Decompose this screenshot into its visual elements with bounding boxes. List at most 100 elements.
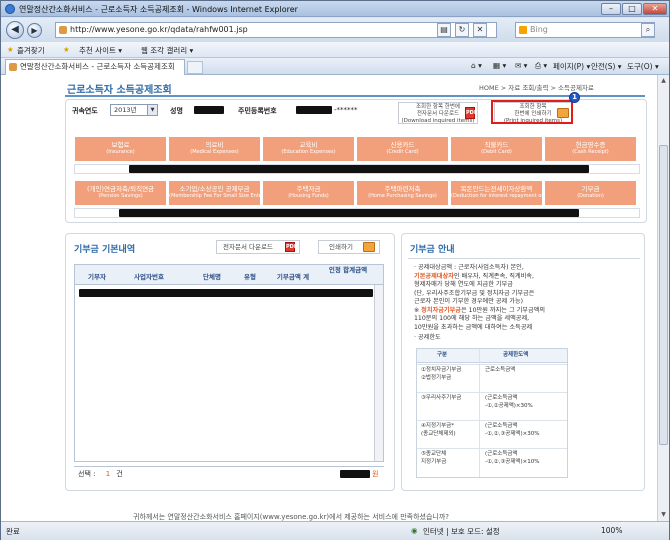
web-slice-link[interactable]: 웹 조각 갤러리 ▾ (141, 45, 193, 56)
scroll-down-icon[interactable]: ▼ (658, 509, 669, 520)
search-input[interactable]: Bing (515, 22, 655, 38)
favorites-button[interactable]: 즐겨찾기 (17, 45, 45, 56)
breadcrumb: HOME > 자료 조회/출력 > 소득공제자료 (479, 84, 594, 92)
minimize-button[interactable]: – (601, 3, 621, 15)
donation-panel: 기부금 기본내역 전자문서 다운로드 PDF 인쇄하기 기부자 사업자번호 단체… (65, 233, 395, 491)
mail-icon[interactable]: ✉ ▾ (515, 61, 527, 70)
col-approved: 인정 합계금액 (328, 266, 368, 274)
category-label: (개인)연금저축/퇴직연금 (86, 185, 155, 193)
cat-row1-item[interactable]: 직불카드 (Debit Card) (450, 136, 543, 162)
cat-row1-item[interactable]: 의료비 (Medical Expenses) (168, 136, 261, 162)
selected-unit: 건 (116, 470, 123, 478)
category-en-label: (Housing Funds) (288, 193, 329, 199)
star-icon: ★ (7, 45, 14, 54)
category-en-label: (Credit Card) (386, 149, 419, 155)
won-unit: 원 (372, 470, 379, 478)
year-label: 귀속연도 (72, 107, 98, 115)
cat-row1-item[interactable]: 보험료 (Insurance) (74, 136, 167, 162)
year-select[interactable]: 2013년 ▼ (110, 104, 158, 116)
guide-line: · 공제대상금액 : 근로자(사업소득자) 본인, (414, 264, 524, 271)
donation-row-redacted (79, 289, 373, 297)
add-favorite-icon[interactable]: ★ (63, 45, 70, 54)
guide-text-1: · 공제대상금액 : 근로자(사업소득자) 본인, 기본공제대상자인 배우자, … (414, 264, 640, 332)
limit-cell: (종교단체제외) (421, 431, 456, 437)
refresh-button[interactable]: ↻ (455, 23, 469, 37)
category-label: 신용카드 (390, 141, 415, 149)
col-total: 기부금액 계 (276, 273, 310, 281)
rrn-mask: -****** (334, 106, 358, 114)
cat-row2-item[interactable]: 소기업/소상공인 공제부금 (Membership Fee For Small S… (168, 180, 261, 206)
limit-cell: ⑤종교단체 (421, 451, 447, 457)
donation-title: 기부금 기본내역 (74, 245, 136, 255)
scroll-up-icon[interactable]: ▲ (658, 75, 669, 86)
rrn-redacted (296, 106, 332, 114)
scroll-thumb[interactable] (659, 145, 668, 445)
safety-menu[interactable]: 안전(S) ▾ (591, 61, 622, 72)
cat-row2-item[interactable]: 기부금 (Donation) (544, 180, 637, 206)
compat-view-button[interactable]: ▤ (437, 23, 451, 37)
cat-row2-item[interactable]: 주택마련저축 (Home Purchasing Savings) (356, 180, 449, 206)
selected-label: 선택 : (78, 470, 96, 478)
table-scrollbar[interactable] (374, 285, 383, 461)
cat-row2-item[interactable]: (개인)연금저축/퇴직연금 (Pension Savings) (74, 180, 167, 206)
address-bar: ◀ ▶ http://www.yesone.go.kr/qdata/rahfw0… (1, 18, 669, 42)
url-input[interactable]: http://www.yesone.go.kr/qdata/rahfw001.j… (55, 22, 497, 38)
deduction-info-box: 귀속연도 2013년 ▼ 성명 주민등록번호 -****** 조회한 항목 한번에… (65, 92, 647, 223)
category-label: 현금영수증 (575, 141, 606, 149)
limit-cell: -①,②,③공제액)×10% (485, 459, 540, 465)
forward-button[interactable]: ▶ (27, 23, 42, 38)
site-favicon (59, 26, 67, 34)
print-icon[interactable]: ⎙ ▾ (535, 61, 547, 71)
cat-row2-item[interactable]: 주택자금 (Housing Funds) (262, 180, 355, 206)
feeds-icon[interactable]: ▦ ▾ (493, 61, 506, 70)
search-button[interactable]: ⌕ (641, 23, 655, 37)
col-biz-no: 사업자번호 (134, 273, 164, 281)
cat-row1-item[interactable]: 현금영수증 (Cash Receipt) (544, 136, 637, 162)
name-label: 성명 (170, 107, 183, 115)
suggested-sites-link[interactable]: 추천 사이트 ▾ (79, 45, 122, 56)
highlight-box (491, 100, 573, 124)
category-label: 주택자금 (296, 185, 321, 193)
maximize-button[interactable]: □ (622, 3, 642, 15)
tools-menu[interactable]: 도구(O) ▾ (627, 61, 659, 72)
category-en-label: (Deduction for interest repayment on dep… (451, 193, 542, 199)
page-content: 근로소득자 소득공제조회 HOME > 자료 조회/출력 > 소득공제자료 귀속… (1, 75, 657, 521)
download-all-line3: (Download inquired items) (401, 118, 475, 124)
limit-table: 구분 공제한도액 ①정치자금기부금 ②법정기부금 근로소득금액 ③우리사주기부금 (근로… (416, 348, 568, 478)
cat-row2-item[interactable]: 목돈안드는전세이자상환액 (Deduction for interest repa… (450, 180, 543, 206)
cat-row1-item[interactable]: 신용카드 (Credit Card) (356, 136, 449, 162)
category-label: 기부금 (581, 185, 600, 193)
download-all-button[interactable]: 조회한 항목 한번에 전자문서 다운로드 (Download inquired … (398, 102, 478, 124)
printer-icon (363, 242, 375, 252)
pdf-icon: PDF (465, 107, 477, 119)
guide-line: 110분의 100에 해당 하는 금액을 세액공제, (414, 315, 530, 322)
stop-button[interactable]: ✕ (473, 23, 487, 37)
category-en-label: (Membership Fee For Small Size Enterpris… (169, 193, 260, 199)
pdf-icon: PDF (285, 242, 298, 252)
values-redacted-2 (119, 209, 579, 217)
zoom-text[interactable]: 100% (601, 526, 622, 535)
cat-row1-item[interactable]: 교육비 (Education Expenses) (262, 136, 355, 162)
bing-icon (519, 26, 527, 34)
tab-active[interactable]: 연말정산간소화서비스 - 근로소득자 소득공제조회 (5, 59, 185, 75)
title-bar: 연말정산간소화서비스 - 근로소득자 소득공제조회 - Windows Inte… (1, 1, 669, 17)
home-icon[interactable]: ⌂ ▾ (471, 61, 482, 70)
title-divider (65, 95, 645, 97)
donation-print-label: 인쇄하기 (329, 243, 353, 251)
donation-print-button[interactable]: 인쇄하기 (318, 240, 380, 254)
back-button[interactable]: ◀ (6, 21, 24, 39)
limit-cell: ②법정기부금 (421, 375, 452, 381)
guide-title: 기부금 안내 (410, 245, 455, 255)
page-scrollbar[interactable]: ▲ ▼ (657, 75, 669, 521)
page-menu[interactable]: 페이지(P) ▾ (553, 61, 590, 72)
page-title: 근로소득자 소득공제조회 (67, 85, 172, 96)
category-en-label: (Pension Savings) (98, 193, 143, 199)
category-label: 교육비 (299, 141, 318, 149)
donation-download-button[interactable]: 전자문서 다운로드 PDF (216, 240, 300, 254)
guide-line: 10만원을 초과하는 금액에 대하여는 소득공제 (414, 323, 533, 331)
close-button[interactable]: ✕ (643, 3, 667, 15)
status-text: 완료 (6, 527, 20, 536)
new-tab-button[interactable] (187, 61, 203, 74)
tab-bar: 연말정산간소화서비스 - 근로소득자 소득공제조회 ⌂ ▾ ▦ ▾ ✉ ▾ ⎙ … (1, 58, 669, 75)
guide-limit-heading: · 공제한도 (414, 334, 441, 341)
